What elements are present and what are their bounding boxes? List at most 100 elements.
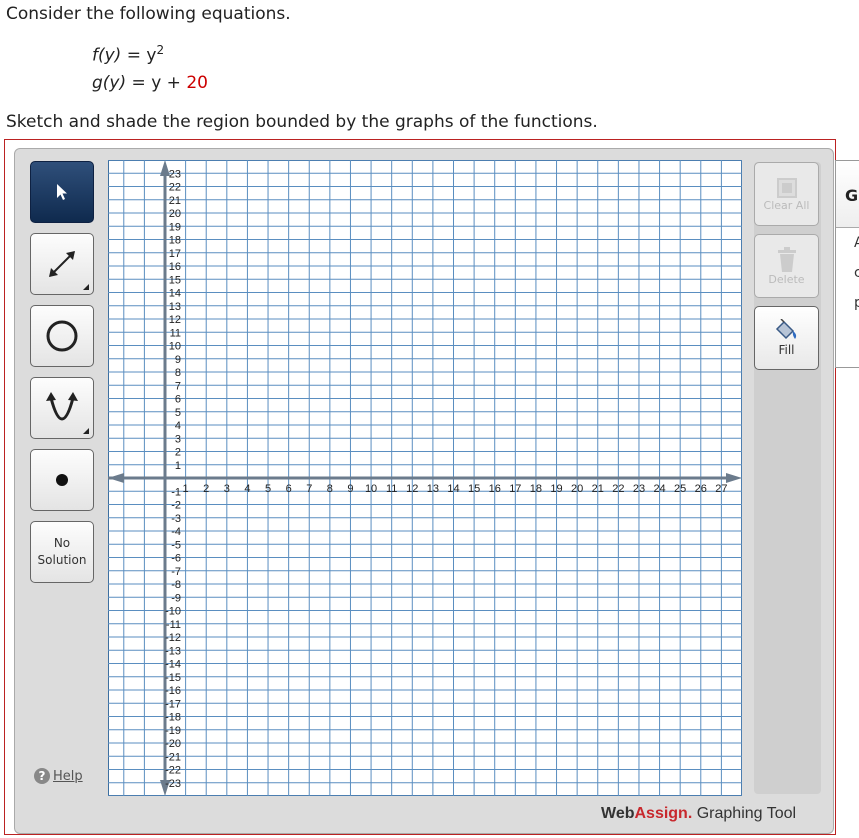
x-tick-label: 8: [327, 483, 333, 495]
x-tick-label: 6: [286, 483, 292, 495]
y-tick-label: -18: [165, 712, 181, 724]
x-tick-label: 20: [571, 483, 583, 495]
x-tick-label: 2: [203, 483, 209, 495]
x-tick-label: 16: [489, 483, 501, 495]
line-tool-button[interactable]: [30, 233, 94, 295]
equation-g-constant: 20: [186, 73, 208, 93]
equation-g-lhs: g(y): [92, 73, 127, 93]
question-instruction: Sketch and shade the region bounded by t…: [6, 112, 598, 132]
question-intro: Consider the following equations.: [6, 4, 291, 24]
fill-label: Fill: [778, 343, 795, 357]
equation-g-plus: +: [161, 73, 187, 93]
y-tick-label: -19: [165, 725, 181, 737]
equation-f-eq: =: [126, 45, 141, 66]
equation-f-base: y: [146, 45, 157, 66]
y-tick-label: -20: [165, 738, 181, 750]
y-tick-label: -6: [171, 553, 181, 565]
y-tick-label: -4: [171, 526, 181, 538]
arrow-pointer-icon: [57, 184, 67, 200]
y-tick-label: -7: [171, 566, 181, 578]
x-tick-label: 5: [265, 483, 271, 495]
point-icon: [56, 474, 68, 486]
equation-f-lhs: f(y): [92, 45, 122, 66]
delete-button[interactable]: Delete: [754, 234, 819, 298]
equation-g: g(y) = y + 20: [92, 73, 208, 93]
y-tick-label: -23: [165, 778, 181, 790]
y-tick-label: 7: [175, 380, 181, 392]
y-tick-label: 9: [175, 354, 181, 366]
x-tick-label: 13: [427, 483, 439, 495]
x-tick-label: 14: [447, 483, 459, 495]
y-tick-label: -22: [165, 765, 181, 777]
instructions-panel-title: Gr: [836, 161, 859, 228]
y-tick-label: 17: [169, 248, 181, 260]
y-tick-label: -12: [165, 632, 181, 644]
equation-f-exponent: 2: [156, 43, 165, 57]
parabola-tool-expand-icon: [83, 428, 89, 434]
point-tool-button[interactable]: [30, 449, 94, 511]
y-tick-label: 19: [169, 221, 181, 233]
y-tick-label: 18: [169, 235, 181, 247]
y-tick-label: 1: [175, 460, 181, 472]
graph-canvas[interactable]: 1 2 3 4 5 6 7 8 9 10 11 12 13 14 15 16 17 18 19 20 21 22 23 24 2…: [108, 160, 742, 796]
x-tick-label: 11: [386, 483, 397, 495]
y-tick-label: -11: [166, 619, 181, 631]
instructions-line: c: [854, 265, 859, 281]
y-tick-label: -2: [171, 500, 181, 512]
circle-tool-button[interactable]: [30, 305, 94, 367]
line-tool-expand-icon: [83, 284, 89, 290]
y-tick-label: 20: [169, 208, 181, 220]
x-tick-label: 25: [674, 483, 686, 495]
no-solution-label-line1: No: [53, 536, 71, 550]
y-tick-label: -21: [165, 751, 181, 763]
x-tick-label: 1: [183, 483, 189, 495]
x-tick-label: 12: [406, 483, 418, 495]
x-tick-label: 19: [550, 483, 562, 495]
clear-all-label: Clear All: [763, 198, 810, 212]
y-tick-label: -13: [165, 645, 181, 657]
brand-tool-name: Graphing Tool: [692, 805, 797, 822]
instructions-line: p: [854, 295, 859, 311]
parabola-icon: [46, 392, 78, 421]
trash-icon: [777, 246, 796, 272]
clear-all-icon: [776, 177, 797, 198]
y-tick-label: -15: [165, 672, 181, 684]
y-tick-label: -10: [165, 606, 181, 618]
brand-label: WebAssign. Graphing Tool: [601, 805, 796, 823]
y-tick-label: -8: [171, 579, 181, 591]
equation-f: f(y) = y2: [92, 43, 164, 66]
line-segment-icon: [49, 251, 75, 277]
clear-all-button[interactable]: Clear All: [754, 162, 819, 226]
y-tick-label: -9: [171, 592, 181, 604]
y-tick-label: 3: [175, 433, 181, 445]
select-tool-button[interactable]: [30, 161, 94, 223]
parabola-tool-button[interactable]: [30, 377, 94, 439]
y-tick-label: 16: [169, 261, 181, 273]
y-tick-label: 22: [169, 182, 181, 194]
fill-button[interactable]: Fill: [754, 306, 819, 370]
equation-g-base: y: [151, 73, 162, 93]
x-tick-label: 27: [715, 483, 727, 495]
y-tick-label: -3: [171, 513, 181, 525]
help-link[interactable]: ? Help: [34, 768, 83, 784]
y-tick-label: -17: [165, 698, 181, 710]
no-solution-button[interactable]: No Solution: [30, 521, 94, 583]
x-tick-label: 4: [244, 483, 250, 495]
x-tick-label: 26: [695, 483, 707, 495]
y-tick-label: 11: [170, 327, 181, 339]
instructions-panel: Gr A c p: [835, 160, 859, 368]
x-tick-label: 17: [509, 483, 521, 495]
help-label: Help: [53, 768, 83, 784]
y-tick-label: 4: [175, 420, 181, 432]
x-tick-label: 18: [530, 483, 542, 495]
y-tick-label: -5: [171, 539, 181, 551]
x-tick-label: 7: [306, 483, 312, 495]
help-icon: ?: [34, 768, 50, 784]
x-tick-label: 3: [224, 483, 230, 495]
x-tick-label: 21: [592, 483, 604, 495]
brand-web: Web: [601, 805, 635, 822]
delete-label: Delete: [768, 272, 805, 286]
y-tick-label: -16: [165, 685, 181, 697]
circle-icon: [46, 320, 78, 352]
brand-assign: Assign.: [634, 805, 693, 822]
